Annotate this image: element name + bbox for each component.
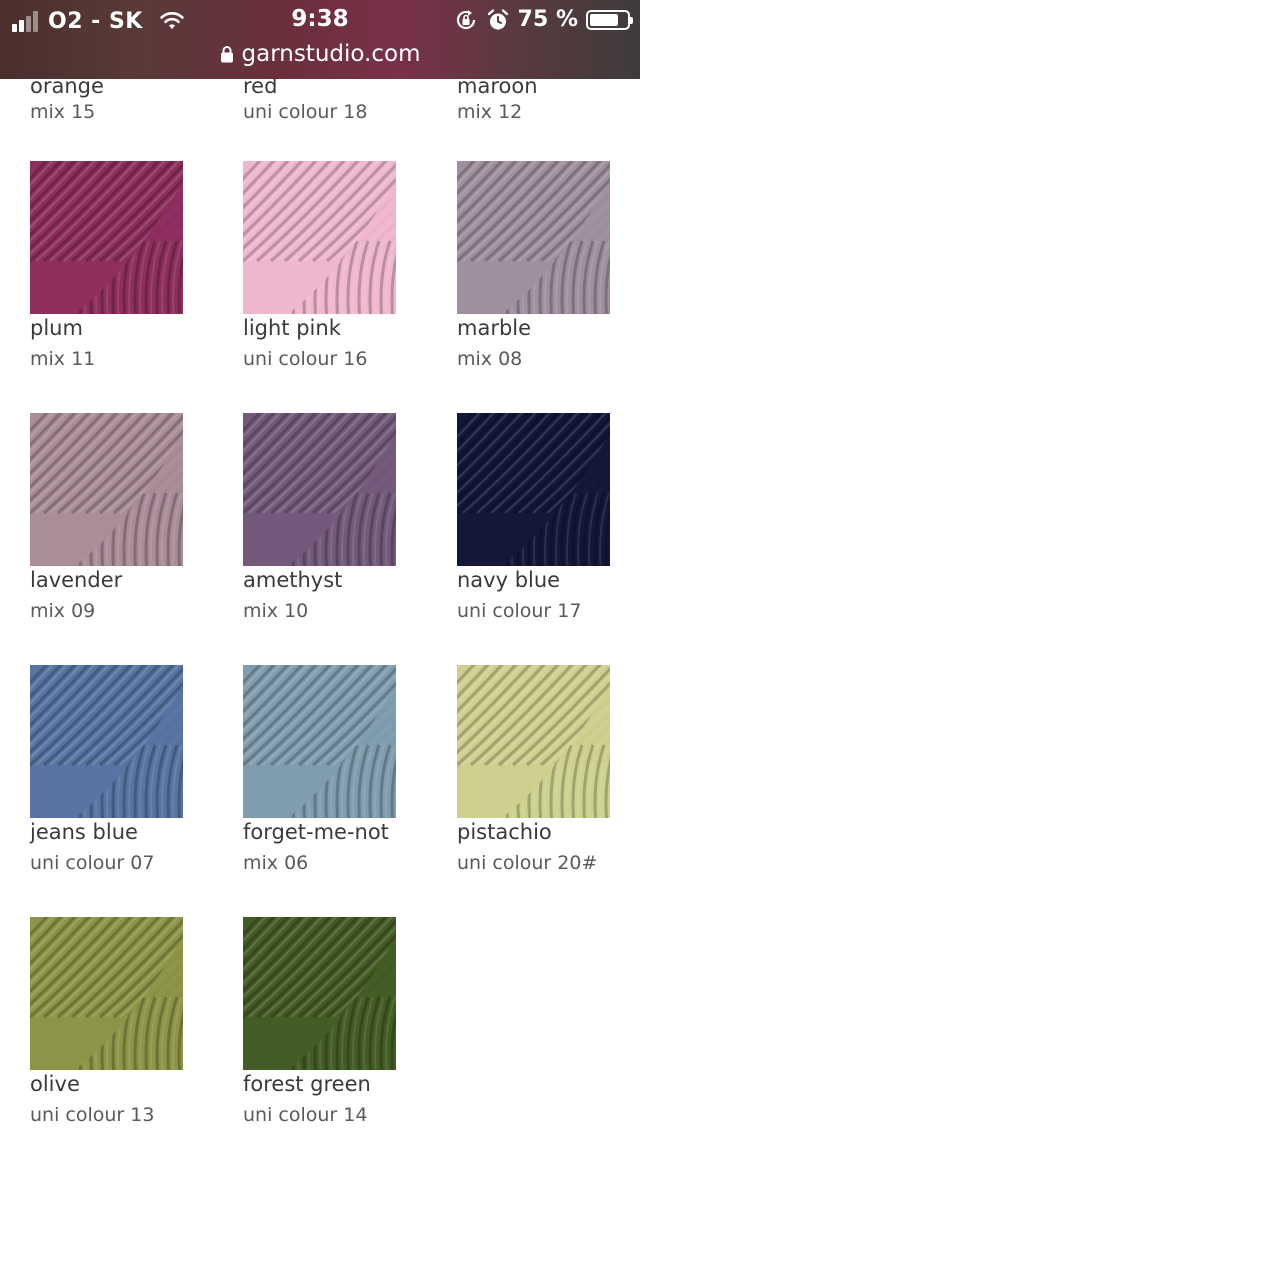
colour-card[interactable]: plum mix 11 [30,161,185,370]
yarn-swatch[interactable] [243,917,396,1070]
lock-icon [220,46,233,63]
colour-card[interactable]: marble mix 08 [457,161,612,370]
yarn-swatch[interactable] [30,917,183,1070]
alarm-icon [487,8,508,29]
battery-icon [586,9,633,30]
colour-card[interactable]: amethyst mix 10 [243,413,398,622]
colour-code: uni colour 20# [457,852,598,874]
url-text[interactable]: garnstudio.com [242,41,421,67]
yarn-swatch[interactable] [30,665,183,818]
yarn-swatch[interactable] [457,665,610,818]
colour-card[interactable]: lavender mix 09 [30,413,185,622]
colour-card[interactable]: pistachio uni colour 20# [457,665,612,874]
colour-code: mix 11 [30,348,96,370]
colour-code: uni colour 17 [457,600,582,622]
colour-name: jeans blue [30,820,138,844]
colour-name: light pink [243,316,341,340]
yarn-swatch[interactable] [243,161,396,314]
colour-card[interactable]: forget-me-not mix 06 [243,665,398,874]
colour-name: amethyst [243,568,343,592]
yarn-swatch[interactable] [30,413,183,566]
colour-code: uni colour 18 [243,101,368,123]
colour-code: uni colour 07 [30,852,155,874]
colour-code: mix 09 [30,600,96,622]
colour-name: forest green [243,1072,371,1096]
yarn-swatch[interactable] [457,161,610,314]
colour-card[interactable]: olive uni colour 13 [30,917,185,1126]
colour-name: plum [30,316,83,340]
status-right: 75 % [454,7,633,32]
colour-code: mix 08 [457,348,523,370]
colour-card[interactable]: navy blue uni colour 17 [457,413,612,622]
colour-name: forget-me-not [243,820,389,844]
colour-code: mix 12 [457,101,523,123]
colour-name: pistachio [457,820,552,844]
colour-card[interactable]: jeans blue uni colour 07 [30,665,185,874]
phone-screen: orange mix 15 red uni colour 18 maroon m… [0,0,640,1280]
address-bar[interactable]: garnstudio.com [0,38,640,70]
yarn-swatch[interactable] [30,161,183,314]
battery-percent: 75 % [517,7,578,32]
colour-code: uni colour 13 [30,1104,155,1126]
colour-code: mix 10 [243,600,309,622]
colour-code: uni colour 16 [243,348,368,370]
colour-code: mix 15 [30,101,96,123]
colour-code: uni colour 14 [243,1104,368,1126]
yarn-swatch[interactable] [243,413,396,566]
yarn-swatch[interactable] [243,665,396,818]
colour-code: mix 06 [243,852,309,874]
colour-name: lavender [30,568,123,592]
colour-card[interactable]: light pink uni colour 16 [243,161,398,370]
colour-name: marble [457,316,532,340]
yarn-swatch[interactable] [457,413,610,566]
rotation-lock-icon [456,9,475,29]
browser-top-bar: O2 - SK 9:38 75 % garnstudio.com [0,0,640,79]
colour-card[interactable]: forest green uni colour 14 [243,917,398,1126]
colour-name: navy blue [457,568,561,592]
colour-name: olive [30,1072,80,1096]
